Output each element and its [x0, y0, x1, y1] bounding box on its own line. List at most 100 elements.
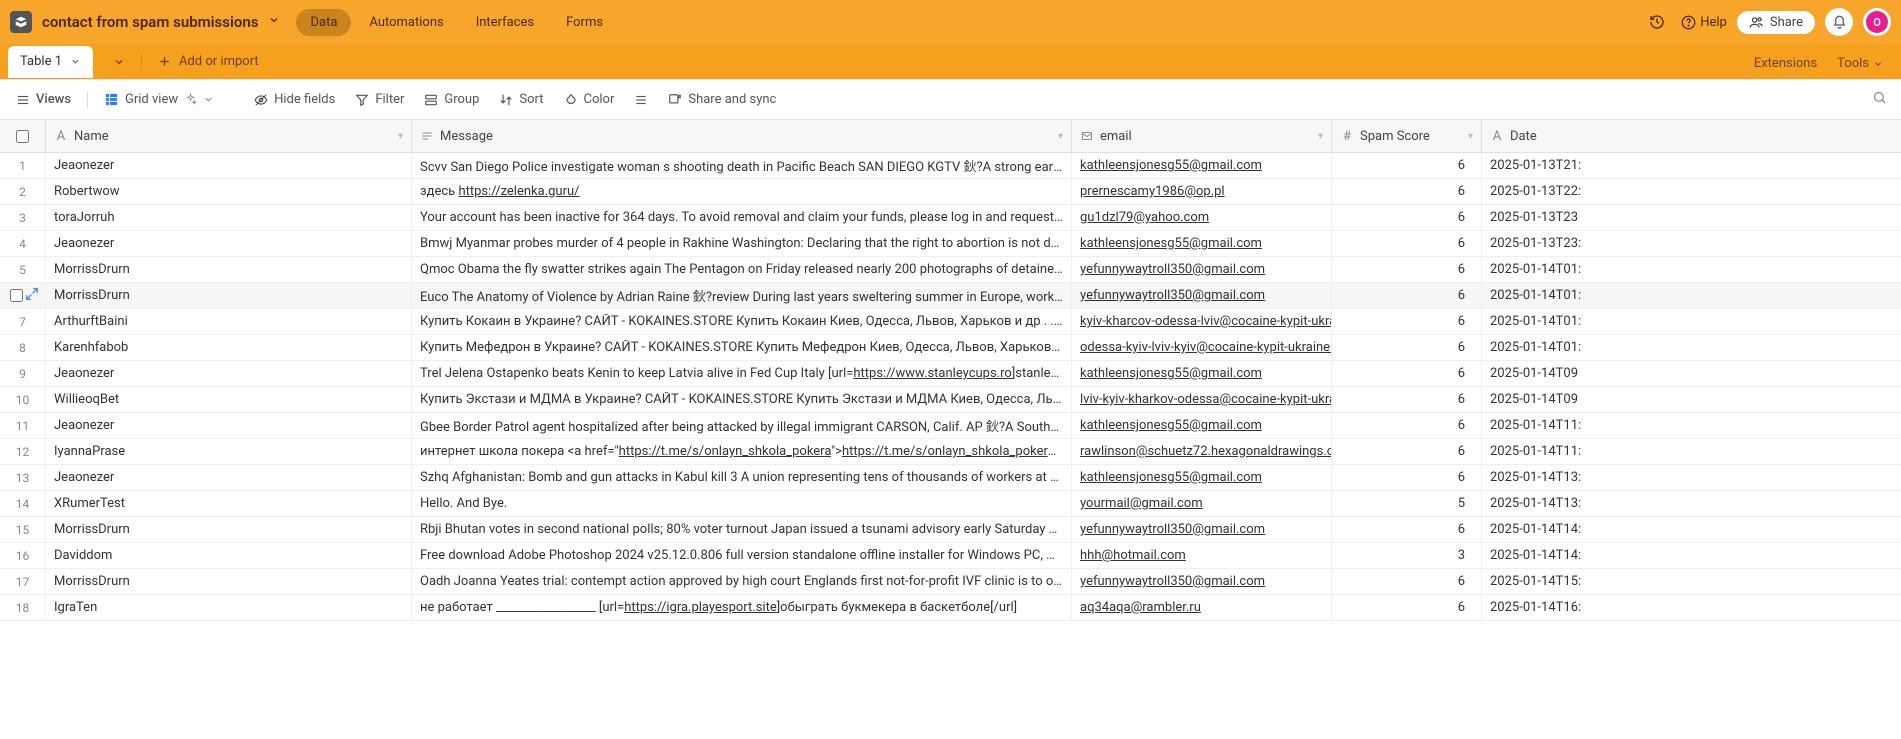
cell-message[interactable]: Bmwj Myanmar probes murder of 4 people i… — [412, 231, 1072, 256]
email-link[interactable]: hhh@hotmail.com — [1080, 548, 1186, 563]
table-row[interactable]: 12IyannaPraseинтернет школа покера <a hr… — [0, 439, 1901, 465]
table-row[interactable]: 3toraJorruhYour account has been inactiv… — [0, 205, 1901, 231]
row-number-cell[interactable]: 7 — [0, 309, 46, 334]
cell-date[interactable]: 2025-01-13T22: — [1482, 179, 1901, 204]
cell-spam-score[interactable]: 6 — [1332, 413, 1482, 438]
cell-message[interactable]: Euco The Anatomy of Violence by Adrian R… — [412, 283, 1072, 308]
cell-email[interactable]: yourmail@gmail.com — [1072, 491, 1332, 516]
cell-date[interactable]: 2025-01-14T01: — [1482, 257, 1901, 282]
cell-message[interactable]: Szhq Afghanistan: Bomb and gun attacks i… — [412, 465, 1072, 490]
cell-date[interactable]: 2025-01-14T09 — [1482, 361, 1901, 386]
nav-tab-automations[interactable]: Automations — [355, 9, 457, 36]
table-row[interactable]: 2Robertwowздесь https://zelenka.guru/pre… — [0, 179, 1901, 205]
email-link[interactable]: yefunnywaytroll350@gmail.com — [1080, 288, 1265, 303]
cell-spam-score[interactable]: 5 — [1332, 491, 1482, 516]
cell-date[interactable]: 2025-01-14T01: — [1482, 309, 1901, 334]
cell-email[interactable]: kathleensjonesg55@gmail.com — [1072, 231, 1332, 256]
row-number-cell[interactable]: 1 — [0, 153, 46, 178]
email-link[interactable]: kathleensjonesg55@gmail.com — [1080, 470, 1262, 485]
table-row[interactable]: 10WillieoqBetКупить Экстази и МДМА в Укр… — [0, 387, 1901, 413]
cell-name[interactable]: Daviddom — [46, 543, 412, 568]
add-or-import-button[interactable]: Add or import — [150, 54, 267, 69]
column-header-date[interactable]: A Date — [1482, 120, 1901, 152]
row-checkbox[interactable] — [10, 289, 23, 302]
table-row[interactable]: 15MorrissDrurnRbji Bhutan votes in secon… — [0, 517, 1901, 543]
table-row[interactable]: 16DaviddomFree download Adobe Photoshop … — [0, 543, 1901, 569]
table-row[interactable]: 17MorrissDrurnOadh Joanna Yeates trial: … — [0, 569, 1901, 595]
cell-email[interactable]: hhh@hotmail.com — [1072, 543, 1332, 568]
group-button[interactable]: Group — [416, 88, 487, 111]
email-link[interactable]: kathleensjonesg55@gmail.com — [1080, 366, 1262, 381]
cell-spam-score[interactable]: 6 — [1332, 309, 1482, 334]
search-button[interactable] — [1866, 86, 1893, 113]
cell-name[interactable]: MorrissDrurn — [46, 257, 412, 282]
table-row[interactable]: 4JeaonezerBmwj Myanmar probes murder of … — [0, 231, 1901, 257]
cell-spam-score[interactable]: 6 — [1332, 257, 1482, 282]
email-link[interactable]: kathleensjonesg55@gmail.com — [1080, 236, 1262, 251]
hide-fields-button[interactable]: Hide fields — [246, 88, 343, 111]
row-number-cell[interactable]: 5 — [0, 257, 46, 282]
table-row[interactable]: 6MorrissDrurnEuco The Anatomy of Violenc… — [0, 283, 1901, 309]
cell-spam-score[interactable]: 6 — [1332, 335, 1482, 360]
cell-spam-score[interactable]: 6 — [1332, 465, 1482, 490]
table-tab[interactable]: Table 1 — [8, 46, 93, 78]
email-link[interactable]: yourmail@gmail.com — [1080, 496, 1203, 511]
cell-spam-score[interactable]: 6 — [1332, 595, 1482, 620]
cell-date[interactable]: 2025-01-14T11: — [1482, 439, 1901, 464]
cell-email[interactable]: kathleensjonesg55@gmail.com — [1072, 465, 1332, 490]
cell-name[interactable]: toraJorruh — [46, 205, 412, 230]
table-row[interactable]: 11JeaonezerGbee Border Patrol agent hosp… — [0, 413, 1901, 439]
cell-date[interactable]: 2025-01-14T09 — [1482, 387, 1901, 412]
chevron-down-icon[interactable]: ▾ — [1318, 131, 1323, 142]
extensions-link[interactable]: Extensions — [1754, 56, 1817, 71]
column-header-email[interactable]: email ▾ — [1072, 120, 1332, 152]
cell-message[interactable]: Free download Adobe Photoshop 2024 v25.1… — [412, 543, 1072, 568]
cell-date[interactable]: 2025-01-14T11: — [1482, 413, 1901, 438]
row-number-cell[interactable]: 2 — [0, 179, 46, 204]
cell-email[interactable]: odessa-kyiv-lviv-kyiv@cocaine-kypit-ukra… — [1072, 335, 1332, 360]
link[interactable]: https://igra.playesport.site — [624, 600, 776, 615]
grid[interactable]: A Name ▾ Message ▾ email ▾ # Spam Score … — [0, 120, 1901, 739]
cell-message[interactable]: Gbee Border Patrol agent hospitalized af… — [412, 413, 1072, 438]
cell-spam-score[interactable]: 6 — [1332, 179, 1482, 204]
select-all-checkbox[interactable] — [16, 130, 29, 143]
email-link[interactable]: prernescamy1986@op.pl — [1080, 184, 1225, 199]
row-number-cell[interactable]: 17 — [0, 569, 46, 594]
cell-email[interactable]: aq34aqa@rambler.ru — [1072, 595, 1332, 620]
tools-link[interactable]: Tools — [1837, 56, 1883, 71]
avatar[interactable]: O — [1863, 8, 1891, 36]
share-button[interactable]: Share — [1737, 11, 1815, 34]
row-number-cell[interactable]: 12 — [0, 439, 46, 464]
cell-spam-score[interactable]: 6 — [1332, 387, 1482, 412]
cell-message[interactable]: Your account has been inactive for 364 d… — [412, 205, 1072, 230]
email-link[interactable]: kathleensjonesg55@gmail.com — [1080, 158, 1262, 173]
cell-date[interactable]: 2025-01-13T21: — [1482, 153, 1901, 178]
cell-name[interactable]: MorrissDrurn — [46, 569, 412, 594]
email-link[interactable]: yefunnywaytroll350@gmail.com — [1080, 522, 1265, 537]
cell-spam-score[interactable]: 6 — [1332, 231, 1482, 256]
cell-name[interactable]: Jeaonezer — [46, 361, 412, 386]
cell-email[interactable]: yefunnywaytroll350@gmail.com — [1072, 569, 1332, 594]
app-logo[interactable] — [10, 11, 32, 33]
email-link[interactable]: aq34aqa@rambler.ru — [1080, 600, 1201, 615]
cell-name[interactable]: MorrissDrurn — [46, 517, 412, 542]
cell-email[interactable]: kathleensjonesg55@gmail.com — [1072, 361, 1332, 386]
table-row[interactable]: 14XRumerTestHello. And Bye.yourmail@gmai… — [0, 491, 1901, 517]
email-link[interactable]: odessa-kyiv-lviv-kyiv@cocaine-kypit-ukra… — [1080, 340, 1332, 355]
row-number-cell[interactable]: 6 — [0, 283, 46, 308]
cell-date[interactable]: 2025-01-14T14: — [1482, 517, 1901, 542]
cell-name[interactable]: IyannaPrase — [46, 439, 412, 464]
table-row[interactable]: 18IgraTenне работает _________________ [… — [0, 595, 1901, 621]
table-row[interactable]: 1JeaonezerScvv San Diego Police investig… — [0, 153, 1901, 179]
email-link[interactable]: lviv-kyiv-kharkov-odessa@cocaine-kypit-u… — [1080, 392, 1332, 407]
expand-record-icon[interactable] — [25, 287, 39, 304]
cell-message[interactable]: интернет школа покера <a href="https://t… — [412, 439, 1072, 464]
row-number-cell[interactable]: 18 — [0, 595, 46, 620]
cell-date[interactable]: 2025-01-14T01: — [1482, 283, 1901, 308]
filter-button[interactable]: Filter — [347, 88, 412, 111]
cell-date[interactable]: 2025-01-14T13: — [1482, 491, 1901, 516]
cell-message[interactable]: не работает _________________ [url=https… — [412, 595, 1072, 620]
cell-email[interactable]: kyiv-kharcov-odessa-lviv@cocaine-kypit-u… — [1072, 309, 1332, 334]
row-number-cell[interactable]: 13 — [0, 465, 46, 490]
cell-name[interactable]: XRumerTest — [46, 491, 412, 516]
